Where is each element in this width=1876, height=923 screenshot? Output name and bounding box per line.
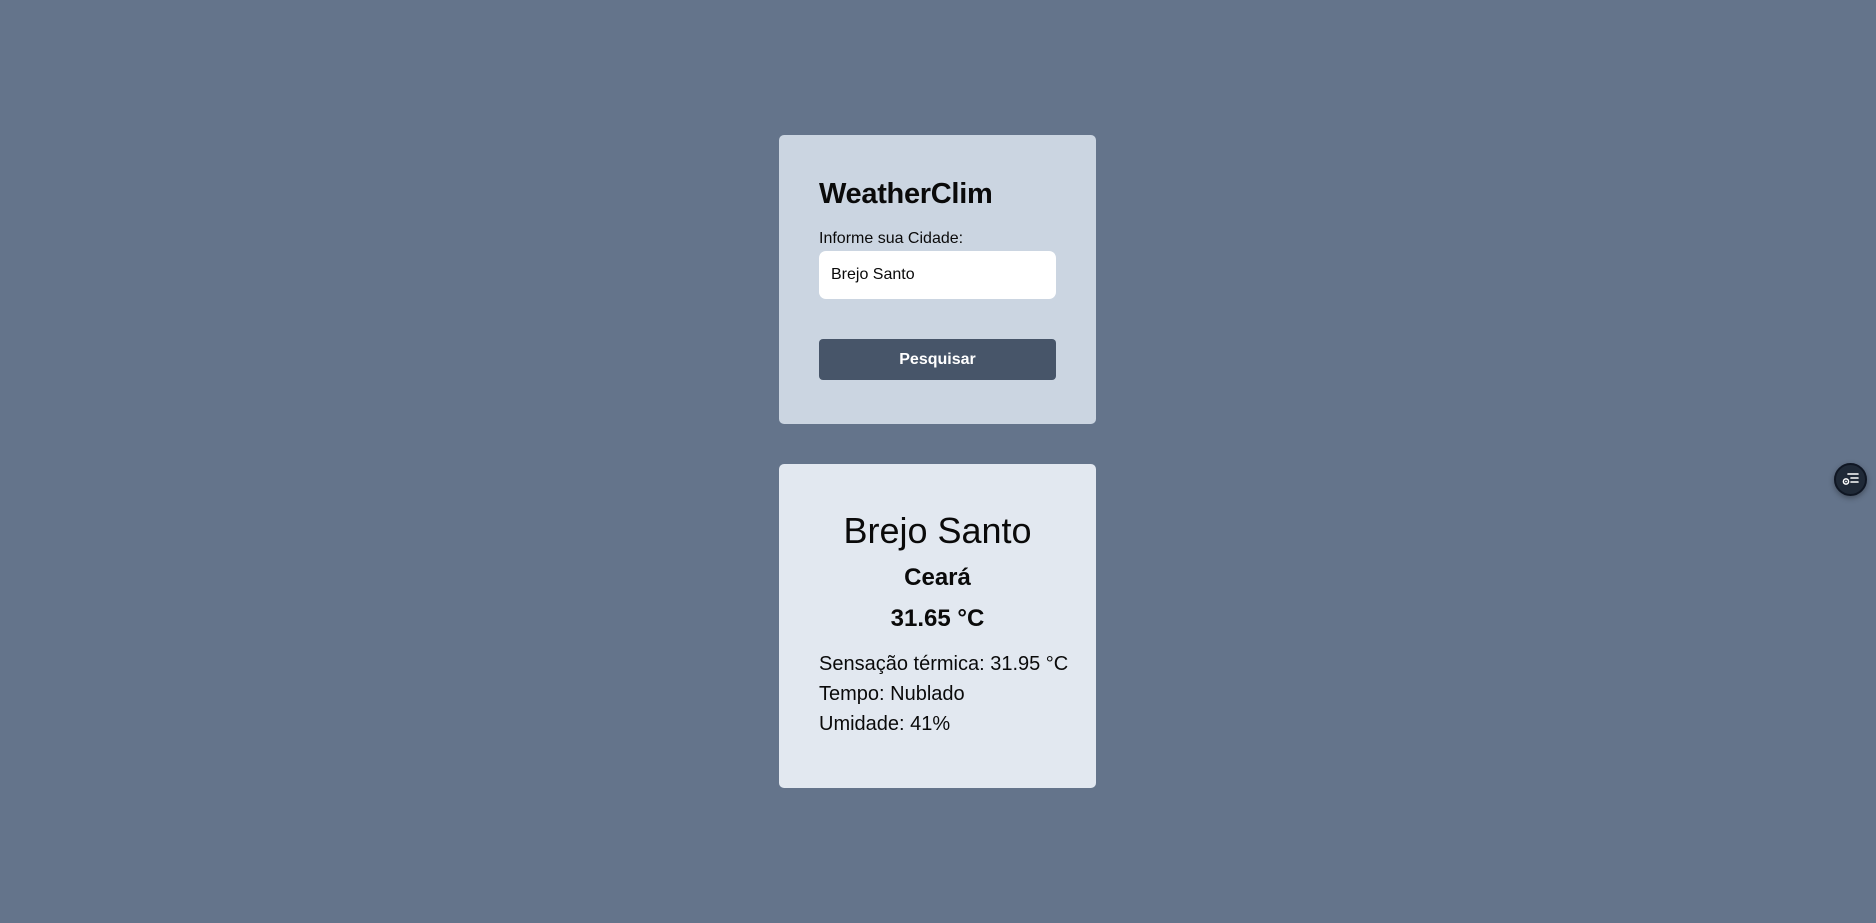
weather-condition-text: Tempo: Nublado — [819, 683, 965, 705]
city-input[interactable] — [819, 251, 1056, 299]
page: WeatherClim Informe sua Cidade: Pesquisa… — [0, 0, 1876, 923]
feels-like-text: Sensação térmica: 31.95 °C — [819, 653, 1069, 675]
result-temperature: 31.65 °C — [890, 605, 985, 632]
humidity-text: Umidade: 41% — [819, 713, 951, 735]
search-button[interactable]: Pesquisar — [819, 339, 1056, 380]
result-card: Brejo Santo Ceará 31.65 °C Sensação térm… — [779, 464, 1096, 788]
result-state-name: Ceará — [904, 564, 971, 591]
result-city-name: Brejo Santo — [843, 510, 1032, 551]
search-card: WeatherClim Informe sua Cidade: Pesquisa… — [779, 135, 1096, 424]
list-settings-icon — [1842, 473, 1859, 485]
floating-menu-button[interactable] — [1834, 463, 1867, 496]
app-title: WeatherClim — [819, 178, 993, 210]
weather-details: Sensação térmica: 31.95 °C Tempo: Nublad… — [819, 649, 1069, 739]
city-label: Informe sua Cidade: — [819, 230, 964, 247]
